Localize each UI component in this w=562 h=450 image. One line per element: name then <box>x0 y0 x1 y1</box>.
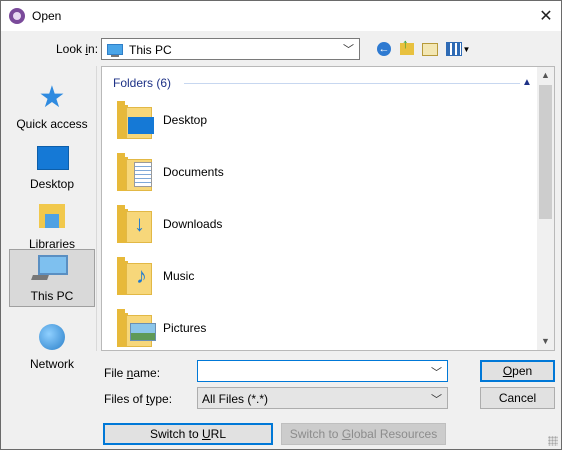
file-name-input[interactable]: ﹀ <box>197 360 448 382</box>
list-item[interactable]: Desktop <box>116 97 416 145</box>
place-label: Network <box>29 357 74 371</box>
open-mnemonic: O <box>502 364 513 378</box>
place-libraries[interactable]: Libraries <box>9 194 95 252</box>
look-in-label: Look in: <box>56 42 98 56</box>
list-item[interactable]: Pictures <box>116 305 416 350</box>
scroll-thumb[interactable] <box>539 85 552 219</box>
group-header: Folders (6) <box>113 76 172 90</box>
place-label: Quick access <box>16 117 88 131</box>
resize-grip-icon[interactable] <box>548 436 558 446</box>
network-icon <box>39 324 65 350</box>
file-type-label-text-end: ype: <box>149 392 173 406</box>
switch-url-label-end: RL <box>210 427 227 441</box>
open-dialog: Open ✕ Look in: This PC ﹀ ← ▼ ★ Quick ac… <box>0 0 562 450</box>
documents-folder-icon <box>116 151 154 191</box>
new-folder-icon <box>422 42 438 56</box>
place-desktop[interactable]: Desktop <box>9 134 95 192</box>
new-folder-button[interactable] <box>420 39 440 59</box>
cancel-button[interactable]: Cancel <box>480 387 555 409</box>
chevron-down-icon: ﹀ <box>343 44 354 56</box>
back-icon: ← <box>377 42 391 56</box>
list-item[interactable]: ♪ Music <box>116 253 416 301</box>
star-icon: ★ <box>38 81 66 114</box>
downloads-folder-icon: ↓ <box>116 203 154 243</box>
window-title: Open <box>32 9 62 23</box>
view-menu-button[interactable]: ▼ <box>445 39 471 59</box>
switch-url-label: Switch to <box>149 427 202 441</box>
look-in-value: This PC <box>129 43 172 57</box>
file-type-select[interactable]: All Files (*.*) ﹀ <box>197 387 448 409</box>
look-in-label-text-end: n: <box>88 42 99 56</box>
view-menu-icon <box>445 42 462 56</box>
switch-to-global-resources-button[interactable]: Switch to Global Resources <box>281 423 446 445</box>
item-name: Music <box>163 269 195 283</box>
place-this-pc[interactable]: This PC <box>9 249 95 307</box>
file-type-label: Files of type: <box>104 392 172 406</box>
scroll-down-icon[interactable]: ▼ <box>537 333 554 350</box>
file-name-label: File name: <box>104 366 160 380</box>
switch-global-label: Switch to <box>289 427 342 441</box>
computer-icon <box>107 44 123 57</box>
switch-global-mnemonic: G <box>341 427 352 441</box>
file-list[interactable]: Folders (6) ▲ Desktop Documents ↓ Downlo… <box>101 66 555 351</box>
list-item[interactable]: Documents <box>116 149 416 197</box>
up-folder-button[interactable] <box>397 36 417 59</box>
item-name: Desktop <box>163 113 208 127</box>
vertical-scrollbar[interactable]: ▲ ▼ <box>537 67 554 350</box>
switch-url-mnemonic: U <box>202 427 211 441</box>
title-bar: Open ✕ <box>1 1 561 31</box>
back-button[interactable]: ← <box>374 39 394 59</box>
file-name-label-text-end: ame: <box>133 366 161 380</box>
places-bar: ★ Quick access Desktop Libraries This PC… <box>6 66 97 371</box>
switch-global-label-end: lobal Resources <box>351 427 438 441</box>
chevron-down-icon: ﹀ <box>431 394 442 406</box>
open-button[interactable]: Open <box>480 360 555 382</box>
collapse-group-icon[interactable]: ▲ <box>522 77 532 88</box>
group-divider <box>184 83 520 84</box>
file-type-value: All Files (*.*) <box>202 392 269 406</box>
item-name: Documents <box>163 165 224 179</box>
caret-down-icon: ▼ <box>462 44 471 54</box>
app-icon <box>9 8 25 24</box>
close-button[interactable]: ✕ <box>531 1 561 31</box>
up-folder-icon <box>400 36 414 55</box>
place-quick-access[interactable]: ★ Quick access <box>9 74 95 132</box>
look-in-label-text: Look <box>56 42 86 56</box>
file-name-label-text: File <box>104 366 127 380</box>
switch-to-url-button[interactable]: Switch to URL <box>103 423 273 445</box>
file-type-label-text: Files of <box>104 392 147 406</box>
desktop-folder-icon <box>116 99 154 139</box>
place-label: Desktop <box>29 177 75 191</box>
pictures-folder-icon <box>116 307 156 347</box>
look-in-dropdown[interactable]: This PC ﹀ <box>101 38 360 60</box>
libraries-icon <box>39 204 65 228</box>
chevron-down-icon[interactable]: ﹀ <box>431 364 442 380</box>
music-folder-icon: ♪ <box>116 255 154 295</box>
item-name: Pictures <box>163 321 207 335</box>
computer-icon <box>38 255 68 275</box>
item-name: Downloads <box>163 217 223 231</box>
desktop-icon <box>37 146 69 170</box>
scroll-up-icon[interactable]: ▲ <box>537 67 554 84</box>
list-item[interactable]: ↓ Downloads <box>116 201 416 249</box>
place-network[interactable]: Network <box>9 314 95 372</box>
place-label: This PC <box>30 289 74 303</box>
open-label: pen <box>512 364 533 378</box>
